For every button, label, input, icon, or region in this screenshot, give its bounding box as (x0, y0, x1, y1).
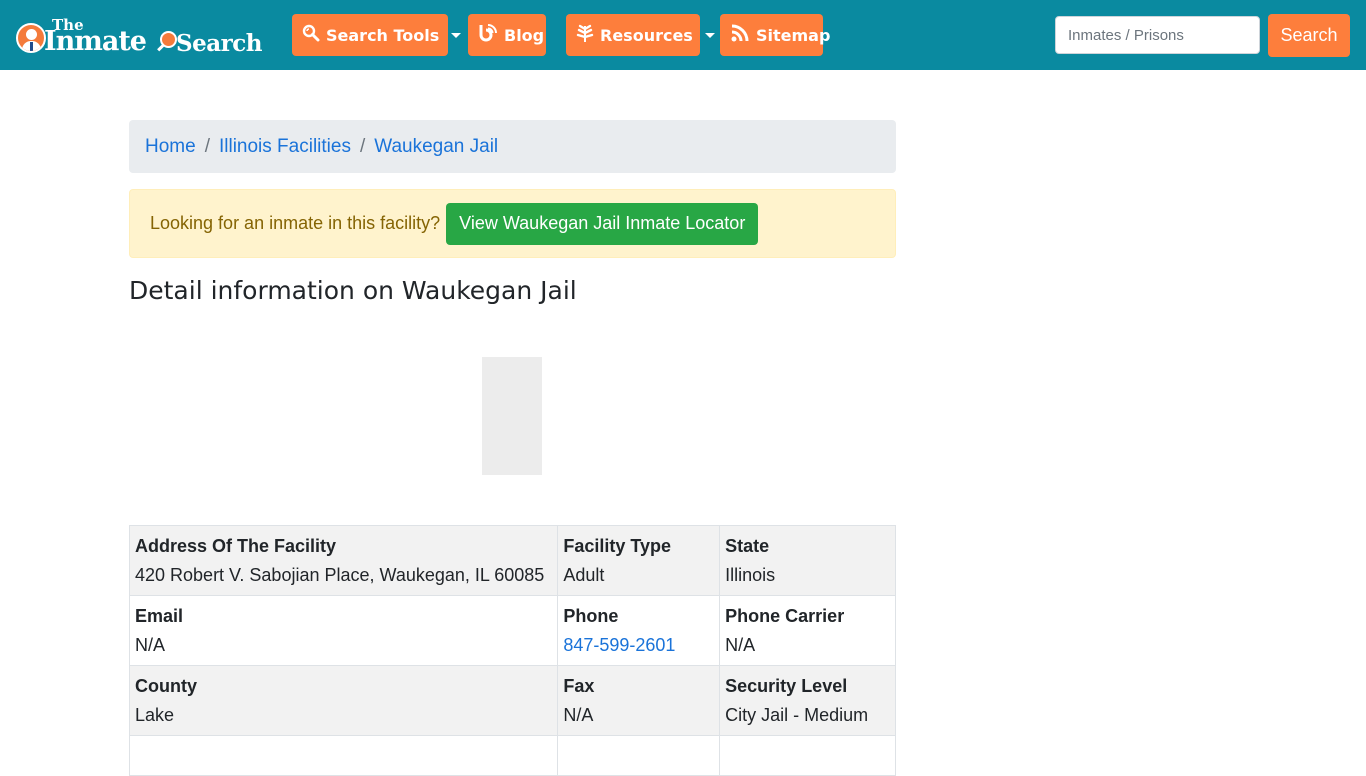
inmate-search-input[interactable] (1055, 16, 1260, 54)
cell-label: State (725, 536, 770, 556)
table-row-partial (128, 735, 896, 776)
cell-label: Phone (563, 606, 619, 626)
cell-label: Fax (563, 676, 595, 696)
resources-label: Resources (600, 25, 693, 45)
cell-label: Email (135, 606, 184, 626)
table-cell-fax: Fax N/A (557, 665, 721, 736)
cell-label: Security Level (725, 676, 848, 696)
search-button[interactable]: Search (1268, 14, 1350, 57)
cell-value: Adult (563, 565, 605, 585)
table-row: County Lake Fax N/A Security Level City … (128, 665, 896, 736)
chevron-down-icon (451, 32, 462, 38)
table-cell-phone-carrier: Phone Carrier N/A (719, 595, 896, 666)
table-cell-state: State Illinois (719, 525, 896, 596)
view-inmate-locator-button[interactable]: View Waukegan Jail Inmate Locator (446, 202, 759, 245)
breadcrumb-waukegan-jail[interactable]: Waukegan Jail (374, 136, 498, 158)
chevron-down-icon (704, 32, 715, 38)
breadcrumb: Home / Illinois Facilities / Waukegan Ja… (129, 120, 896, 173)
logo-text-search: Search (176, 30, 263, 57)
cell-label: Facility Type (563, 536, 672, 556)
blog-icon (478, 23, 498, 48)
search-tools-dropdown[interactable]: Search Tools (292, 14, 462, 56)
table-cell-email: Email N/A (128, 595, 559, 666)
top-navbar: The Inmate Search Search Tools Blog Reso… (0, 0, 1366, 70)
rss-icon (730, 23, 750, 48)
cell-value: N/A (135, 635, 166, 655)
breadcrumb-separator: / (204, 135, 210, 157)
table-cell (719, 735, 896, 776)
blog-button[interactable]: Blog (468, 14, 546, 56)
table-cell-county: County Lake (128, 665, 559, 736)
phone-link[interactable]: 847-599-2601 (563, 631, 714, 660)
inmate-avatar-icon (16, 23, 46, 53)
blog-label: Blog (504, 25, 545, 45)
table-cell (128, 735, 559, 776)
table-cell-facility-type: Facility Type Adult (557, 525, 721, 596)
leaf-icon (576, 23, 594, 48)
table-cell-security-level: Security Level City Jail - Medium (719, 665, 896, 736)
search-icon (302, 24, 320, 47)
cell-value: City Jail - Medium (725, 705, 869, 725)
magnifier-handle (157, 43, 165, 52)
table-row: Email N/A Phone 847-599-2601 Phone Carri… (128, 595, 896, 666)
inmate-locator-alert: Looking for an inmate in this facility? … (129, 189, 896, 258)
sitemap-button[interactable]: Sitemap (720, 14, 830, 56)
table-cell-address: Address Of The Facility 420 Robert V. Sa… (128, 525, 559, 596)
cell-label: Phone Carrier (725, 606, 845, 626)
cell-value: 420 Robert V. Sabojian Place, Waukegan, … (135, 565, 545, 585)
breadcrumb-home[interactable]: Home (145, 136, 196, 158)
site-logo[interactable]: The Inmate Search (14, 14, 274, 60)
cell-value: N/A (725, 635, 756, 655)
table-cell-phone: Phone 847-599-2601 (557, 595, 721, 666)
search-tools-label: Search Tools (326, 25, 440, 45)
breadcrumb-illinois-facilities[interactable]: Illinois Facilities (219, 136, 351, 158)
logo-text-inmate: Inmate (44, 26, 147, 57)
cell-label: Address Of The Facility (135, 536, 337, 556)
breadcrumb-separator: / (359, 135, 366, 157)
cell-value: Illinois (725, 565, 776, 585)
page-title: Detail information on Waukegan Jail (129, 276, 577, 305)
cell-value: Lake (135, 705, 175, 725)
resources-dropdown[interactable]: Resources (566, 14, 715, 56)
facility-image-placeholder (482, 357, 542, 475)
alert-text: Looking for an inmate in this facility? (150, 213, 441, 233)
cell-label: County (135, 676, 197, 696)
cell-value: N/A (563, 705, 594, 725)
sitemap-label: Sitemap (756, 25, 831, 45)
table-row: Address Of The Facility 420 Robert V. Sa… (128, 525, 896, 596)
table-cell (557, 735, 721, 776)
facility-info-table: Address Of The Facility 420 Robert V. Sa… (128, 525, 896, 776)
